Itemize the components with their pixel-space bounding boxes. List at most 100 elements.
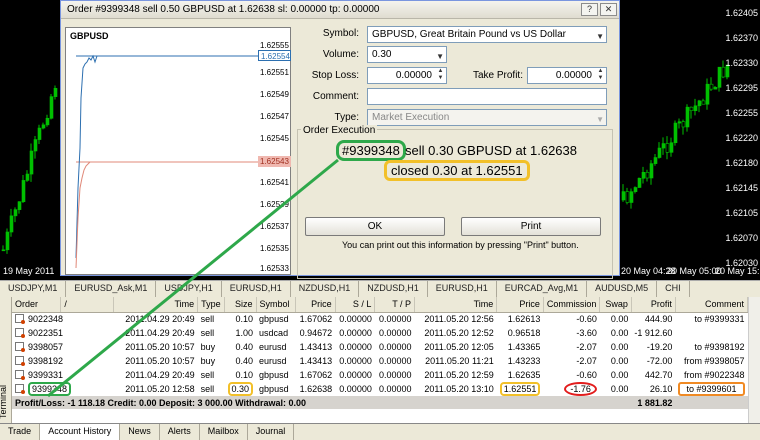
profit: 442.70 xyxy=(644,370,673,380)
col-order[interactable]: Order xyxy=(12,297,62,313)
bg-date-label: 20 May 05:00 xyxy=(667,266,722,276)
spinner-icon[interactable]: ▲ ▼ xyxy=(596,68,605,82)
order-type: sell xyxy=(200,370,215,380)
commission: -0.60 xyxy=(576,314,597,325)
col-comment[interactable]: Comment xyxy=(675,297,749,313)
type-label: Type: xyxy=(334,112,359,123)
ok-button[interactable]: OK xyxy=(305,217,445,236)
close-time: 2011.05.20 12:56 xyxy=(424,314,494,325)
table-row[interactable]: 9022351 2011.04.29 20:49 sell 1.00 usdca… xyxy=(12,326,748,340)
swap: 0.00 xyxy=(610,314,629,325)
commission: -3.60 xyxy=(576,328,597,338)
chart-tab[interactable]: EURCAD_Avg,M1 xyxy=(497,281,588,297)
table-header: Order / Time Type Size Symbol Price S / … xyxy=(12,297,749,313)
tick-price-label: 1.62549 xyxy=(260,90,289,99)
order-symbol: gbpusd xyxy=(259,370,289,380)
type-select: Market Execution ▼ xyxy=(367,109,607,126)
order-size: 0.40 xyxy=(235,342,254,352)
candle-body xyxy=(45,117,50,126)
candle-body xyxy=(653,157,658,164)
close-button[interactable]: ✕ xyxy=(600,3,617,16)
ask-tick-line xyxy=(75,54,99,259)
tick-price-label: 1.62555 xyxy=(260,41,289,50)
order-size: 1.00 xyxy=(235,328,254,338)
col-sl[interactable]: S / L xyxy=(335,297,376,313)
col-profit[interactable]: Profit xyxy=(631,297,676,313)
volume-select[interactable]: 0.30 ▼ xyxy=(367,46,447,63)
tab-trade[interactable]: Trade xyxy=(0,424,41,440)
candle-body xyxy=(17,201,22,210)
col-tp[interactable]: T / P xyxy=(374,297,416,313)
col-swap[interactable]: Swap xyxy=(599,297,632,313)
tab-account-history[interactable]: Account History xyxy=(40,424,121,440)
table-row-highlighted[interactable]: 9399348 2011.05.20 12:58 sell 0.30 gbpus… xyxy=(12,382,748,396)
candle-body xyxy=(681,121,686,128)
print-note: You can print out this information by pr… xyxy=(342,240,579,250)
col-symbol[interactable]: Symbol xyxy=(256,297,296,313)
stop-loss-label: Stop Loss: xyxy=(311,70,359,81)
tab-journal[interactable]: Journal xyxy=(248,424,295,440)
bg-price-label: 1.62105 xyxy=(725,208,758,218)
sort-icon[interactable]: / xyxy=(60,297,115,313)
take-profit: 0.00000 xyxy=(379,342,412,352)
table-row[interactable]: 9398192 2011.05.20 10:57 buy 0.40 eurusd… xyxy=(12,354,748,368)
stop-loss: 0.00000 xyxy=(339,370,372,380)
bg-price-label: 1.62295 xyxy=(725,83,758,93)
chart-tab[interactable]: NZDUSD,H1 xyxy=(359,281,428,297)
chart-tab[interactable]: USDJPY,H1 xyxy=(156,281,222,297)
table-row[interactable]: 9399331 2011.04.29 20:49 sell 0.10 gbpus… xyxy=(12,368,748,382)
order-comment: from #9022348 xyxy=(683,370,745,380)
order-symbol: gbpusd xyxy=(259,314,289,325)
table-row[interactable]: 9398057 2011.05.20 10:57 buy 0.40 eurusd… xyxy=(12,340,748,354)
col-time[interactable]: Time xyxy=(113,297,199,313)
col-close-time[interactable]: Time xyxy=(414,297,498,313)
chart-tab[interactable]: AUDUSD,M5 xyxy=(587,281,658,297)
take-profit-field[interactable]: 0.00000 ▲ ▼ xyxy=(527,67,607,84)
candle-body xyxy=(9,215,14,233)
dialog-titlebar[interactable]: Order #9399348 sell 0.50 GBPUSD at 1.626… xyxy=(61,1,619,19)
col-close-price[interactable]: Price xyxy=(496,297,544,313)
col-price[interactable]: Price xyxy=(295,297,336,313)
tab-news[interactable]: News xyxy=(120,424,160,440)
order-size: 0.10 xyxy=(235,314,254,325)
spinner-icon[interactable]: ▲ ▼ xyxy=(436,68,445,82)
col-commission[interactable]: Commission xyxy=(543,297,601,313)
profit: -19.20 xyxy=(646,342,673,352)
chart-tab[interactable]: EURUSD,H1 xyxy=(428,281,497,297)
swap: 0.00 xyxy=(610,356,629,366)
bg-date-label: 19 May 2011 xyxy=(3,266,55,276)
candle-body xyxy=(1,249,6,252)
open-time: 2011.04.29 20:49 xyxy=(125,314,195,325)
order-id: 9398057 xyxy=(28,342,64,352)
col-type[interactable]: Type xyxy=(197,297,225,313)
total-row: Profit/Loss: -1 118.18 Credit: 0.00 Depo… xyxy=(12,396,748,409)
close-price: 1.62635 xyxy=(507,370,541,380)
chart-tab[interactable]: EURUSD,H1 xyxy=(222,281,291,297)
tick-chart: GBPUSD 1.62555 1.62554 1.62551 1.62549 1… xyxy=(65,27,291,275)
terminal-label: Terminal xyxy=(0,384,9,420)
candle-body xyxy=(33,139,38,152)
tab-mailbox[interactable]: Mailbox xyxy=(200,424,248,440)
symbol-select[interactable]: GBPUSD, Great Britain Pound vs US Dollar… xyxy=(367,26,607,43)
chart-tab[interactable]: USDJPY,M1 xyxy=(0,281,67,297)
tab-alerts[interactable]: Alerts xyxy=(160,424,200,440)
ask-tag: 1.62554 xyxy=(258,50,291,61)
take-profit: 0.00000 xyxy=(379,328,412,338)
chart-tab[interactable]: EURUSD_Ask,M1 xyxy=(66,281,157,297)
stop-loss-field[interactable]: 0.00000 ▲ ▼ xyxy=(367,67,447,84)
help-button[interactable]: ? xyxy=(581,3,598,16)
vertical-scrollbar[interactable] xyxy=(748,297,760,423)
candle-body xyxy=(41,124,46,129)
chevron-down-icon: ▼ xyxy=(596,32,604,41)
comment-input[interactable] xyxy=(367,88,607,105)
print-button[interactable]: Print xyxy=(461,217,601,236)
total-summary: Profit/Loss: -1 118.18 Credit: 0.00 Depo… xyxy=(15,397,307,408)
chart-tab[interactable]: NZDUSD,H1 xyxy=(291,281,360,297)
chart-tab[interactable]: CHI xyxy=(657,281,690,297)
col-size[interactable]: Size xyxy=(224,297,257,313)
order-dialog: Order #9399348 sell 0.50 GBPUSD at 1.626… xyxy=(60,0,620,279)
table-row[interactable]: 9022348 2011.04.29 20:49 sell 0.10 gbpus… xyxy=(12,312,748,326)
candle-body xyxy=(29,150,34,175)
profit: 26.10 xyxy=(631,382,676,396)
chevron-down-icon: ▼ xyxy=(436,52,444,61)
